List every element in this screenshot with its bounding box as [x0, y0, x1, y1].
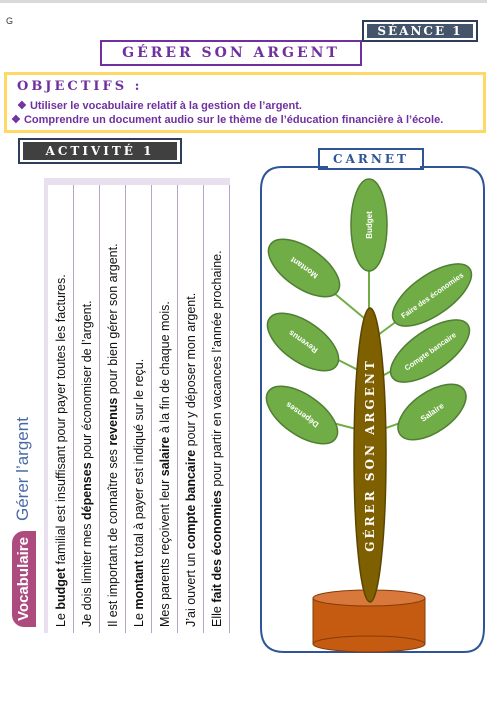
- tree-trunk: GÉRER SON ARGENT: [353, 307, 387, 603]
- tree-leaf: Budget: [350, 178, 388, 272]
- leaf-label: Budget: [365, 211, 374, 239]
- tree-leaf: Dépenses: [265, 385, 339, 445]
- money-tree-diagram: GÉRER SON ARGENT BudgetMontantFaire des …: [260, 166, 485, 653]
- tree-leaf: Montant: [267, 238, 341, 298]
- tree-leaf: Revenus: [266, 312, 340, 372]
- trunk-label: GÉRER SON ARGENT: [362, 358, 377, 552]
- tree-leaf: Salaire: [397, 383, 467, 441]
